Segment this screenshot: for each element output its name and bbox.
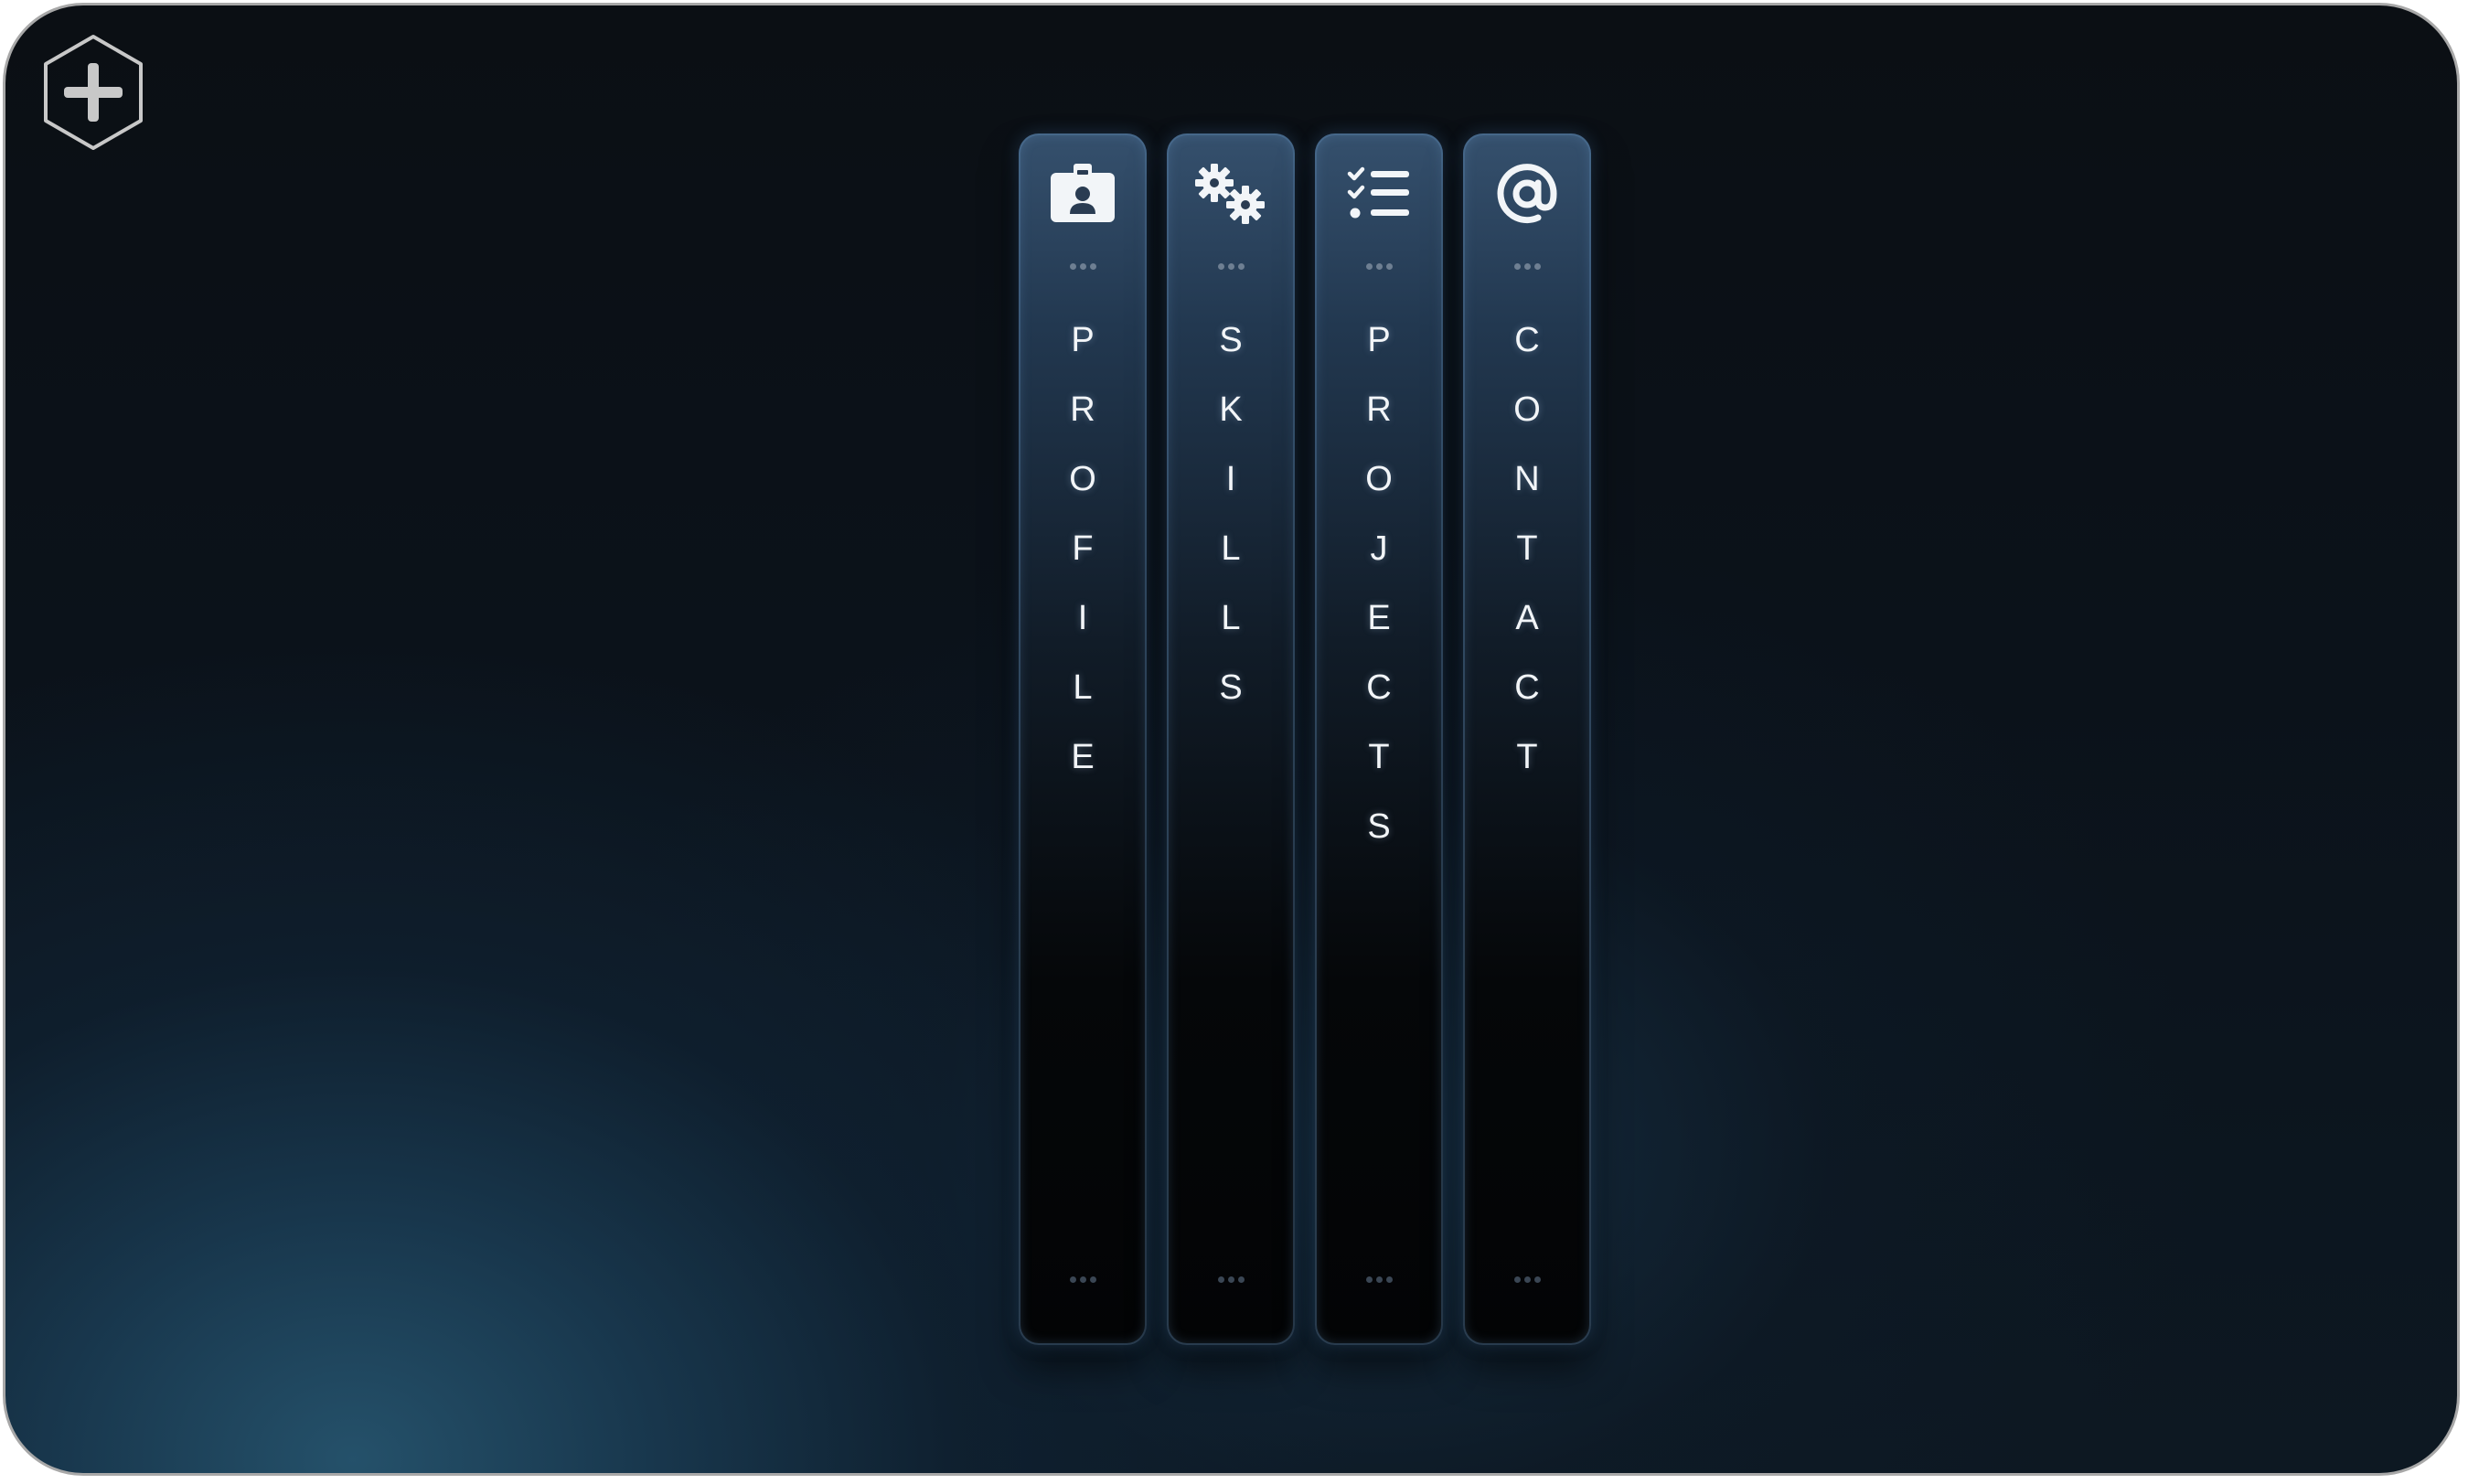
drag-handle-bottom[interactable] [1463, 1276, 1591, 1283]
drag-handle-bottom[interactable] [1019, 1276, 1147, 1283]
column-label-skills: SKILLS [1219, 321, 1243, 707]
nav-columns: PROFILE S K I L L S P R O J E C T S C O … [1019, 133, 1597, 1350]
nav-column-skills[interactable]: SKILLS [1167, 133, 1295, 1345]
plus-hexagon-icon [44, 35, 143, 150]
nav-column-profile[interactable]: PROFILE [1019, 133, 1147, 1345]
at-sign-icon [1463, 161, 1591, 227]
drag-handle-top[interactable] [1463, 263, 1591, 270]
column-label-contact: CONTACT [1513, 321, 1541, 776]
nav-column-projects[interactable]: PROJECTS [1315, 133, 1443, 1345]
checklist-icon [1315, 161, 1443, 227]
drag-handle-top[interactable] [1019, 263, 1147, 270]
nav-column-contact[interactable]: CONTACT [1463, 133, 1591, 1345]
drag-handle-top[interactable] [1315, 263, 1443, 270]
drag-handle-top[interactable] [1167, 263, 1295, 270]
gears-icon [1167, 161, 1295, 227]
add-button[interactable] [40, 33, 146, 152]
app-frame: PROFILE S K I L L S P R O J E C T S C O … [3, 3, 2460, 1476]
drag-handle-bottom[interactable] [1167, 1276, 1295, 1283]
drag-handle-bottom[interactable] [1315, 1276, 1443, 1283]
column-label-profile: PROFILE [1069, 321, 1096, 776]
id-badge-icon [1019, 161, 1147, 227]
column-label-projects: PROJECTS [1365, 321, 1393, 846]
